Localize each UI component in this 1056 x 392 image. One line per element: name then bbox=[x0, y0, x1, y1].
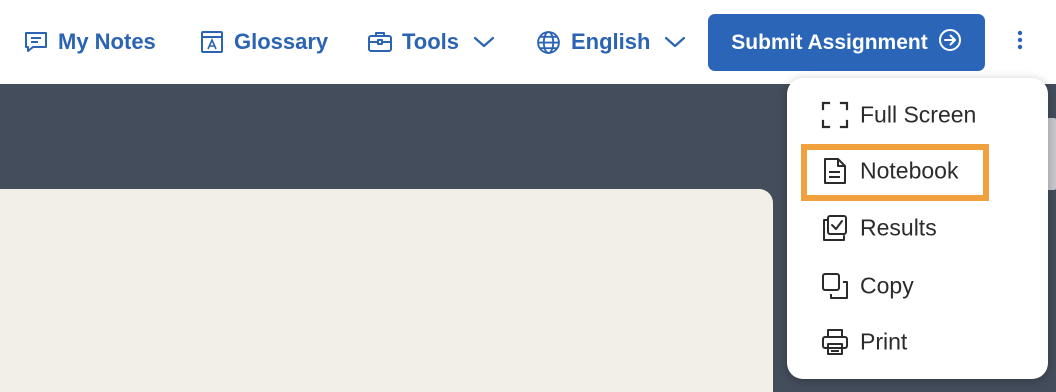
paper-content-panel bbox=[0, 189, 773, 392]
full-screen-label: Full Screen bbox=[860, 101, 977, 128]
submit-assignment-button[interactable]: Submit Assignment bbox=[708, 14, 985, 71]
glossary-icon bbox=[200, 30, 224, 54]
my-notes-label: My Notes bbox=[58, 29, 156, 54]
top-toolbar: My Notes Glossary Tools English Submit A… bbox=[0, 0, 1056, 84]
full-screen-icon bbox=[820, 100, 850, 130]
menu-item-results[interactable]: Results bbox=[787, 206, 1048, 250]
language-label: English bbox=[571, 29, 651, 54]
glossary-button[interactable]: Glossary bbox=[200, 24, 328, 60]
copy-label: Copy bbox=[860, 272, 914, 299]
menu-item-copy[interactable]: Copy bbox=[787, 264, 1048, 308]
print-label: Print bbox=[860, 328, 908, 355]
print-icon bbox=[820, 327, 850, 357]
more-options-menu: Full Screen Notebook Results Copy Print bbox=[787, 78, 1048, 379]
toolbox-icon bbox=[368, 31, 392, 53]
glossary-label: Glossary bbox=[234, 29, 329, 54]
menu-item-full-screen[interactable]: Full Screen bbox=[787, 93, 1048, 137]
notebook-icon bbox=[820, 156, 850, 186]
chevron-down-icon bbox=[473, 35, 495, 49]
arrow-right-circle-icon bbox=[938, 28, 962, 58]
chevron-down-icon bbox=[664, 35, 686, 49]
tools-dropdown[interactable]: Tools bbox=[368, 24, 495, 60]
results-icon bbox=[820, 213, 850, 243]
copy-icon bbox=[820, 271, 850, 301]
notes-icon bbox=[24, 30, 48, 54]
tools-label: Tools bbox=[402, 29, 460, 54]
my-notes-button[interactable]: My Notes bbox=[24, 24, 156, 60]
menu-item-print[interactable]: Print bbox=[787, 320, 1048, 364]
menu-item-notebook[interactable]: Notebook bbox=[787, 149, 1048, 193]
globe-icon bbox=[536, 30, 561, 55]
notebook-label: Notebook bbox=[860, 157, 959, 184]
more-options-button[interactable] bbox=[1008, 26, 1032, 58]
kebab-menu-icon bbox=[1017, 30, 1023, 55]
submit-label: Submit Assignment bbox=[731, 30, 928, 54]
results-label: Results bbox=[860, 214, 937, 241]
language-dropdown[interactable]: English bbox=[536, 24, 686, 60]
